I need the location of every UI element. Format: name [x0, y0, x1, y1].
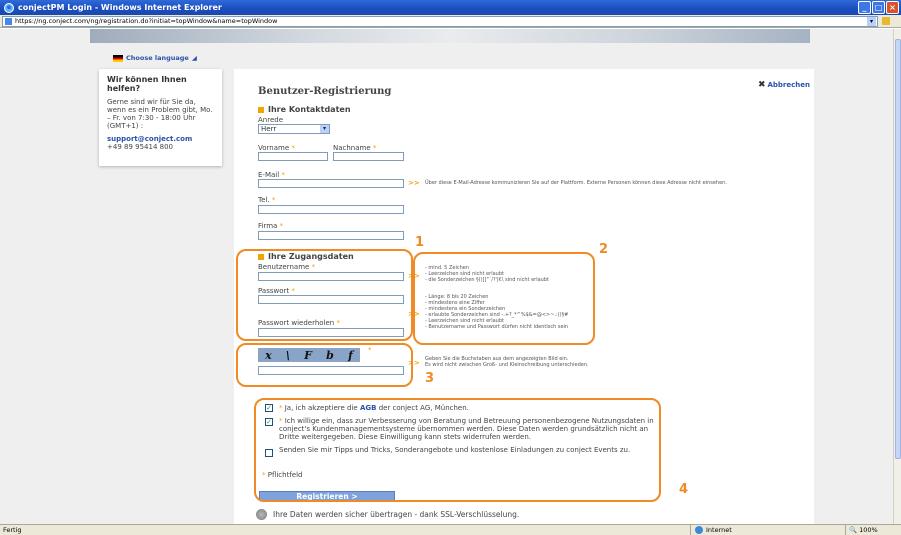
- firstname-input[interactable]: [258, 152, 328, 161]
- window-controls: _ □ ×: [858, 1, 899, 14]
- status-bar: Fertig Internet 🔍 100%: [0, 524, 901, 535]
- language-label: Choose language: [126, 54, 189, 62]
- help-box: Wir können Ihnen helfen? Gerne sind wir …: [99, 69, 222, 166]
- chevron-down-icon[interactable]: ▾: [867, 16, 876, 26]
- ie-icon: e: [4, 2, 14, 13]
- captcha-hints: Geben Sie die Buchstaben aus dem angezei…: [425, 356, 589, 368]
- page-icon: [5, 17, 12, 25]
- zoom-icon: 🔍: [849, 526, 858, 534]
- lock-icon[interactable]: [882, 17, 890, 25]
- header-banner: [90, 29, 810, 43]
- url-field[interactable]: https://ng.conject.com/ng/registration.d…: [2, 15, 878, 27]
- lastname-label: Nachname *: [333, 144, 377, 152]
- security-zone: Internet: [690, 525, 810, 535]
- annotation-number-4: 4: [679, 482, 689, 497]
- contact-section-label: Ihre Kontaktdaten: [268, 105, 351, 114]
- minimize-button[interactable]: _: [858, 1, 871, 14]
- scrollbar[interactable]: [893, 29, 901, 524]
- firstname-label: Vorname *: [258, 144, 295, 152]
- chevron-down-icon: ▾: [320, 125, 329, 133]
- email-hint-arrow: >>: [408, 179, 420, 187]
- zone-label: Internet: [706, 526, 732, 534]
- ssl-text: Ihre Daten werden sicher übertragen - da…: [273, 510, 520, 519]
- ssl-lock-icon: [256, 509, 267, 520]
- zoom-control[interactable]: 🔍 100%: [845, 525, 878, 535]
- company-label: Firma *: [258, 222, 284, 230]
- annotation-circle-4: [254, 398, 661, 502]
- annotation-circle-1: [236, 249, 413, 341]
- support-phone: +49 89 95414 800: [107, 143, 173, 151]
- annotation-number-3: 3: [425, 371, 435, 386]
- phone-label: Tel. *: [258, 196, 276, 204]
- annotation-circle-3: [236, 343, 413, 387]
- page-title: Benutzer-Registrierung: [258, 86, 392, 97]
- annotation-number-2: 2: [599, 242, 609, 257]
- ssl-notice: Ihre Daten werden sicher übertragen - da…: [256, 509, 519, 520]
- maximize-button[interactable]: □: [872, 1, 885, 14]
- german-flag-icon: [113, 54, 123, 62]
- salutation-label: Anrede: [258, 116, 284, 124]
- salutation-value: Herr: [261, 125, 277, 133]
- url-text: https://ng.conject.com/ng/registration.d…: [15, 16, 278, 25]
- window-title: conjectPM Login - Windows Internet Explo…: [18, 3, 222, 12]
- close-button[interactable]: ×: [886, 1, 899, 14]
- abort-label: Abbrechen: [767, 81, 810, 89]
- help-title: Wir können Ihnen helfen?: [107, 75, 187, 93]
- status-text: Fertig: [3, 526, 22, 534]
- email-hint: Über diese E-Mail-Adresse kommunizieren …: [425, 180, 727, 186]
- annotation-number-1: 1: [415, 235, 425, 250]
- email-input[interactable]: [258, 179, 404, 188]
- lastname-input[interactable]: [333, 152, 404, 161]
- contact-section-heading: Ihre Kontaktdaten: [258, 105, 351, 114]
- support-email[interactable]: support@conject.com: [107, 135, 214, 143]
- zoom-label: 100%: [859, 526, 878, 534]
- annotation-circle-2: [413, 252, 595, 345]
- company-input[interactable]: [258, 231, 404, 240]
- bullet-square-icon: [258, 106, 264, 113]
- triangle-icon: ◢: [191, 54, 197, 62]
- window-titlebar: e conjectPM Login - Windows Internet Exp…: [0, 0, 901, 15]
- globe-icon: [695, 526, 703, 534]
- email-label: E-Mail *: [258, 171, 285, 179]
- phone-input[interactable]: [258, 205, 404, 214]
- address-bar: https://ng.conject.com/ng/registration.d…: [0, 15, 901, 28]
- abort-link[interactable]: ✖ Abbrechen: [758, 80, 810, 90]
- help-text: Gerne sind wir für Sie da, wenn es ein P…: [107, 98, 213, 130]
- salutation-select[interactable]: Herr ▾: [258, 124, 330, 134]
- scroll-thumb[interactable]: [895, 39, 901, 459]
- language-selector[interactable]: Choose language ◢: [113, 54, 197, 62]
- close-x-icon: ✖: [757, 80, 766, 90]
